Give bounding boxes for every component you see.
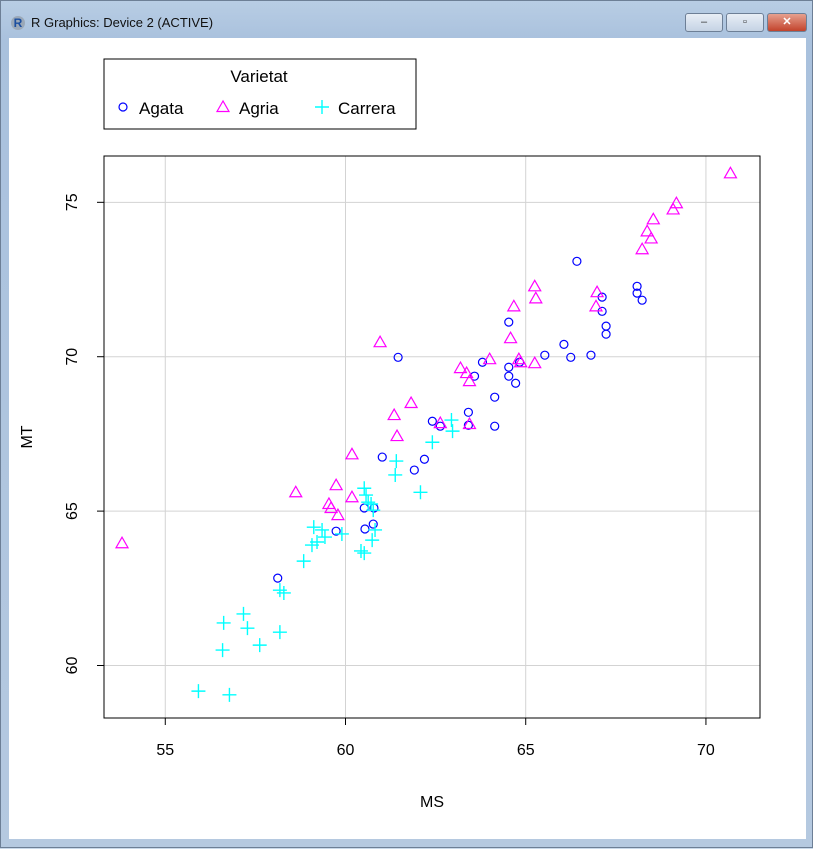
point-agria (373, 334, 388, 348)
legend-title: Varietat (230, 67, 288, 86)
point-agria (646, 212, 661, 225)
y-tick-label: 65 (64, 502, 81, 520)
point-agria (527, 279, 542, 292)
point-agria (527, 355, 542, 369)
point-carrera (296, 554, 311, 569)
point-agria (503, 330, 518, 344)
point-carrera (236, 606, 251, 621)
point-agata (504, 317, 514, 327)
point-carrera (389, 454, 404, 469)
legend-label: Agria (239, 99, 279, 118)
point-agata (559, 339, 569, 349)
point-agria (344, 490, 360, 503)
point-agria (288, 485, 303, 498)
legend-label: Agata (139, 99, 184, 118)
x-tick-label: 65 (517, 742, 535, 759)
y-tick-label: 75 (64, 193, 81, 211)
point-carrera (276, 585, 291, 600)
point-agata (504, 362, 514, 372)
point-agata (490, 421, 500, 431)
x-tick-label: 55 (156, 742, 174, 759)
point-carrera (445, 424, 460, 439)
point-agata (566, 352, 576, 362)
point-agata (427, 416, 437, 426)
point-agata (377, 452, 387, 462)
point-carrera (252, 638, 267, 653)
point-agria (482, 351, 497, 365)
point-agata (419, 454, 430, 464)
point-carrera (388, 467, 403, 482)
point-agria (114, 536, 130, 549)
point-carrera (240, 621, 255, 636)
point-agata (637, 295, 647, 305)
point-agata (435, 421, 445, 431)
point-agata (511, 378, 521, 388)
point-carrera (357, 546, 372, 561)
x-tick-label: 70 (697, 742, 715, 759)
point-carrera (222, 687, 237, 702)
point-agata (490, 392, 500, 402)
scatter-plot: 55 60 65 70 60 65 70 75 MS MT Varietat Agata Agria Ca… (19, 58, 761, 811)
point-agria (387, 407, 402, 421)
point-agria (635, 242, 650, 255)
r-graphics-window: R R Graphics: Device 2 (ACTIVE) – ▫ ✕ 55… (0, 0, 813, 848)
point-carrera (353, 543, 368, 558)
x-tick-label: 60 (337, 742, 355, 759)
point-agria (666, 202, 681, 215)
point-agata (504, 371, 514, 381)
x-axis-label: MS (420, 794, 444, 811)
point-carrera (315, 522, 330, 537)
point-agata (540, 350, 550, 360)
y-tick-label: 60 (64, 657, 81, 675)
point-carrera (272, 625, 287, 640)
point-carrera (272, 583, 287, 598)
point-agata (360, 524, 370, 534)
point-carrera (444, 413, 459, 428)
point-agata (601, 321, 611, 331)
point-agata (463, 407, 474, 417)
point-agria (528, 291, 543, 304)
point-agata (572, 256, 582, 266)
point-agata (393, 352, 403, 362)
point-agria (588, 299, 604, 312)
point-carrera (365, 533, 380, 548)
point-agria (644, 231, 659, 244)
point-agata (368, 519, 378, 529)
point-carrera (413, 485, 428, 500)
point-carrera (306, 520, 321, 535)
point-agria (506, 299, 521, 312)
point-agata (477, 357, 488, 367)
y-tick-label: 70 (64, 348, 81, 366)
point-carrera (334, 526, 349, 541)
point-agria (640, 224, 655, 237)
point-agria (344, 447, 360, 460)
point-agata (273, 573, 283, 583)
point-agria (404, 395, 419, 409)
point-agria (390, 428, 405, 442)
y-axis-label: MT (19, 425, 36, 448)
point-carrera (215, 643, 230, 658)
point-agria (329, 477, 344, 491)
point-carrera (368, 522, 383, 537)
point-agria (590, 284, 605, 298)
point-agata (586, 350, 596, 360)
point-agria (723, 166, 738, 179)
point-carrera (191, 684, 206, 699)
point-carrera (425, 435, 440, 450)
point-agata (601, 329, 611, 339)
point-carrera (216, 615, 231, 630)
legend-label: Carrera (338, 99, 396, 118)
point-agata (409, 465, 419, 475)
point-carrera (357, 481, 372, 496)
